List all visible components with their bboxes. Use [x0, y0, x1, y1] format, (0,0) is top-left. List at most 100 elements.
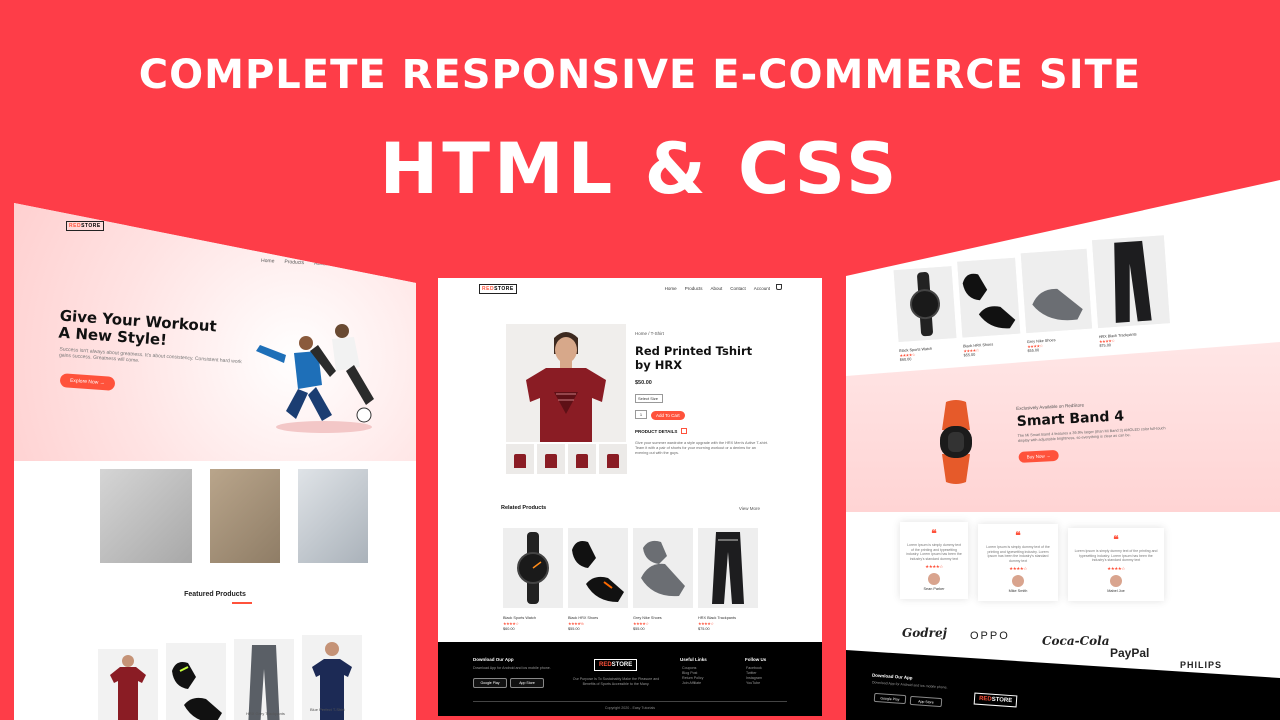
product-card[interactable]: Black Sports Watch ★★★★☆ $60.00 [503, 528, 563, 631]
indent-icon [681, 428, 687, 434]
home-nav: Home Products About Contact Account [260, 258, 382, 270]
quote-icon: ❝ [931, 529, 937, 540]
testimonial-name: Mabel Joe [1107, 588, 1125, 593]
product-card[interactable]: HRX Black Trackpants ★★★★☆ $75.00 [698, 528, 758, 631]
product-card[interactable]: Black Sports Watch ★★★★☆ $60.00 [893, 266, 958, 362]
product-thumbnail[interactable] [568, 444, 596, 474]
product-image[interactable] [957, 257, 1021, 338]
view-more-link[interactable]: View More [739, 506, 760, 511]
product-thumbnail[interactable] [599, 444, 627, 474]
product-image[interactable] [893, 266, 957, 343]
product-image[interactable] [1091, 235, 1170, 329]
product-card[interactable]: Grey Nike Shoes ★★★★☆ $55.00 [1020, 248, 1094, 353]
related-products-row: Black Sports Watch ★★★★☆ $60.00 Black HR… [503, 528, 758, 631]
nav-home[interactable]: Home [665, 286, 677, 291]
download-text: Download App for Android and ios mobile … [473, 666, 551, 670]
category-image[interactable] [210, 469, 280, 563]
product-description: Give your summer wardrobe a style upgrad… [635, 441, 768, 455]
product-card[interactable]: Black HRX Shoes ★★★★☆ $55.00 [957, 257, 1022, 358]
product-image[interactable] [234, 639, 294, 720]
product-image[interactable] [166, 643, 226, 720]
useful-link[interactable]: Join Affiliate [682, 681, 701, 686]
testimonial-text: Lorem Ipsum is simply dummy text of the … [986, 545, 1050, 563]
testimonial-card: ❝ Lorem Ipsum is simply dummy text of th… [978, 524, 1058, 601]
rating-stars: ★★★★½ [568, 621, 584, 626]
product-name: HRX Grey Trackpants [246, 711, 285, 716]
footer: Download Our App Download App for Androi… [438, 642, 822, 716]
product-name: Black Sports Watch [503, 616, 536, 620]
testimonial-card: ❝ Lorem Ipsum is simply dummy text of th… [1068, 528, 1164, 601]
category-image[interactable] [298, 469, 368, 563]
nav-home[interactable]: Home [260, 258, 274, 265]
store-logo[interactable]: RED STORE [66, 221, 104, 231]
product-image[interactable] [1020, 248, 1093, 334]
product-card[interactable]: Black HRX Shoes ★★★★½ $55.00 [568, 528, 628, 631]
hero-title: Give Your Workout A New Style! [58, 306, 218, 350]
quote-icon: ❝ [1015, 531, 1021, 542]
quantity-input[interactable]: 1 [635, 410, 647, 419]
product-card[interactable]: HRX Black Trackpants ★★★★☆ $75.00 [1091, 235, 1171, 348]
app-store-badge[interactable]: App Store [510, 678, 544, 688]
store-logo[interactable]: RED STORE [479, 284, 517, 294]
product-image[interactable] [698, 528, 758, 608]
footer-logo: REDSTORE [594, 659, 638, 671]
nav-about[interactable]: About [313, 261, 326, 268]
category-image[interactable] [100, 469, 192, 563]
social-link[interactable]: YouTube [746, 681, 760, 686]
product-thumbnail[interactable] [537, 444, 565, 474]
google-play-badge[interactable]: Google Play [873, 692, 907, 705]
quote-icon: ❝ [1113, 535, 1119, 546]
app-store-badge[interactable]: App Store [909, 695, 943, 708]
product-name: Grey Nike Shoes [633, 616, 662, 620]
nav-account[interactable]: Account [754, 286, 770, 291]
rating-stars: ★★★★☆ [1009, 566, 1027, 571]
add-to-cart-button[interactable]: Add To Cart [651, 411, 685, 420]
smart-band-image [940, 400, 972, 484]
cart-icon[interactable] [776, 284, 782, 290]
product-image[interactable] [98, 649, 158, 720]
size-select[interactable]: Select Size [635, 394, 663, 403]
product-price: $55.00 [568, 627, 580, 631]
main-nav: Home Products About Contact Account [665, 286, 770, 291]
product-image[interactable] [568, 528, 628, 608]
nav-products[interactable]: Products [284, 259, 304, 266]
home-page-screenshot: RED STORE Home Products About Contact Acc… [14, 203, 416, 720]
nav-account[interactable]: Account [364, 263, 382, 270]
product-details-heading: PRODUCT DETAILS [635, 429, 678, 434]
hero-image [256, 324, 374, 433]
product-image[interactable] [633, 528, 693, 608]
follow-us-title: Follow Us [745, 657, 767, 662]
buy-now-button[interactable]: Buy Now → [1018, 449, 1059, 463]
testimonials: ❝ Lorem Ipsum is simply dummy text of th… [900, 522, 1164, 601]
rating-stars: ★★★★☆ [925, 564, 943, 569]
rating-stars: ★★★★☆ [1107, 565, 1125, 571]
latest-products-row: Black Sports Watch ★★★★☆ $60.00 Black HR… [892, 235, 1171, 362]
nav-contact[interactable]: Contact [730, 286, 746, 291]
testimonial-name: Sean Parker [923, 587, 945, 591]
brand-logo-coca-cola: Coca-Cola [1042, 634, 1110, 648]
rating-stars: ★★★★☆ [503, 621, 519, 626]
brand-logo-paypal: PayPal [1110, 646, 1150, 660]
product-thumbnail[interactable] [506, 444, 534, 474]
explore-now-button[interactable]: Explore Now → [59, 373, 116, 391]
useful-links-title: Useful Links [680, 657, 707, 662]
product-name: HRX Black Trackpants [698, 616, 736, 620]
product-name: Blue Perfect T-Shirt [310, 707, 345, 712]
featured-products-title: Featured Products [184, 591, 246, 598]
product-main-image[interactable] [506, 324, 626, 442]
avatar [1012, 575, 1024, 587]
nav-contact[interactable]: Contact [337, 262, 355, 269]
product-price: $60.00 [503, 627, 515, 631]
thumbnail-row [506, 444, 627, 474]
rating-stars: ★★★★☆ [698, 621, 714, 626]
breadcrumb[interactable]: Home / T-Shirt [635, 331, 664, 336]
google-play-badge[interactable]: Google Play [473, 678, 507, 688]
product-name: Black HRX Shoes [568, 616, 599, 620]
nav-products[interactable]: Products [685, 286, 703, 291]
product-card[interactable]: Grey Nike Shoes ★★★★☆ $55.00 [633, 528, 693, 631]
headline-line-1: COMPLETE RESPONSIVE E-COMMERCE SITE [138, 52, 1142, 98]
product-image[interactable] [503, 528, 563, 608]
nav-about[interactable]: About [710, 286, 722, 291]
brand-logo-godrej: Godrej [902, 626, 947, 640]
testimonial-text: Lorem Ipsum is simply dummy text of the … [906, 543, 962, 561]
